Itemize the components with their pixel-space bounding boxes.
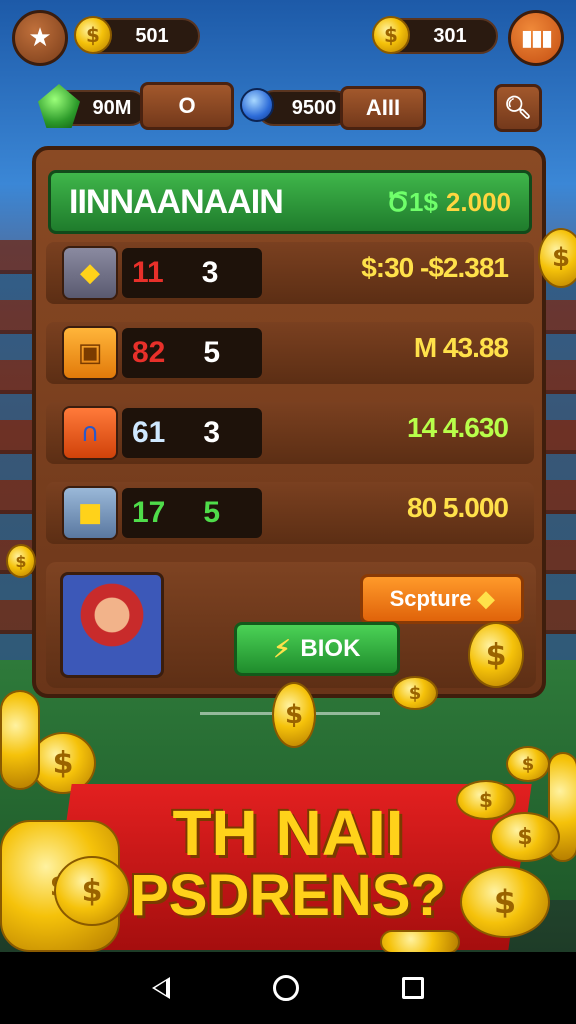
treasure-icon: ▣ <box>62 326 118 380</box>
cube-icon: ■ <box>62 486 118 540</box>
pause-icon: ▮▮▮ <box>520 25 553 51</box>
row-level: 5 <box>203 336 221 369</box>
panel-amount: Ծ1$ 2.000 <box>386 186 511 217</box>
lightning-icon: ⚡︎ <box>273 635 291 663</box>
coin-icon: $ <box>456 780 516 820</box>
list-item[interactable]: ∩ 61 3 14 4.630 <box>46 402 534 464</box>
row-count: 82 <box>132 336 166 369</box>
row-stats: 11 3 <box>122 248 262 298</box>
coin-icon: $ <box>74 16 112 54</box>
leaderboard-panel: IINNAANAAIN Ծ1$ 2.000 ◆ 11 3 $:30 -$2.381… <box>32 146 546 698</box>
row-count: 61 <box>132 416 166 449</box>
coin-icon: $ <box>54 856 130 926</box>
coin-icon: $ <box>272 682 316 748</box>
player-area: Scpture ◆ ⚡︎ BIOK <box>46 562 536 688</box>
row-value: M 43.88 <box>413 332 509 363</box>
search-icon: 🔍︎ <box>504 95 532 120</box>
coin-icon: $ <box>372 16 410 54</box>
row-value: $:30 -$2.381 <box>361 252 509 283</box>
list-item[interactable]: ▣ 82 5 M 43.88 <box>46 322 534 384</box>
system-nav-bar <box>0 952 576 1024</box>
capture-button[interactable]: Scpture ◆ <box>360 574 524 624</box>
star-button[interactable]: ★ <box>12 10 68 66</box>
coin-icon: $ <box>538 228 576 288</box>
diamond-icon: ◆ <box>477 586 495 611</box>
coin-stack-icon <box>0 690 40 790</box>
row-count: 17 <box>132 496 166 529</box>
coin-icon: $ <box>392 676 438 710</box>
book-button[interactable]: ⚡︎ BIOK <box>234 622 400 676</box>
list-item[interactable]: ◆ 11 3 $:30 -$2.381 <box>46 242 534 304</box>
list-item[interactable]: ■ 17 5 80 5.000 <box>46 482 534 544</box>
pause-button[interactable]: ▮▮▮ <box>508 10 564 66</box>
panel-header: IINNAANAAIN Ծ1$ 2.000 <box>48 170 532 234</box>
row-stats: 61 3 <box>122 408 262 458</box>
coin-icon: $ <box>460 866 550 938</box>
home-icon[interactable] <box>272 975 299 1001</box>
coin-icon: $ <box>468 622 524 688</box>
coin-icon: $ <box>506 746 550 782</box>
row-level: 3 <box>203 416 221 449</box>
row-level: 3 <box>201 256 219 289</box>
search-button[interactable]: 🔍︎ <box>494 84 542 132</box>
reward-rows: ◆ 11 3 $:30 -$2.381 ▣ 82 5 M 43.88 ∩ 61 … <box>46 242 534 562</box>
row-value: 14 4.630 <box>407 412 509 443</box>
shield-button[interactable]: AIII <box>340 86 426 130</box>
row-stats: 82 5 <box>122 328 262 378</box>
shield-icon <box>240 88 274 122</box>
avatar[interactable] <box>60 572 164 678</box>
row-count: 11 <box>132 256 164 289</box>
back-icon[interactable] <box>151 977 170 999</box>
star-icon: ★ <box>28 23 52 53</box>
row-level: 5 <box>203 496 221 529</box>
magnet-icon: ∩ <box>62 406 118 460</box>
gold-block-icon: ◆ <box>62 246 118 300</box>
row-stats: 17 5 <box>122 488 262 538</box>
panel-title: IINNAANAAIN <box>69 182 284 221</box>
recent-apps-icon[interactable] <box>402 977 425 999</box>
row-value: 80 5.000 <box>407 492 509 523</box>
coin-icon <box>380 930 460 954</box>
gems-button[interactable]: O <box>140 82 234 130</box>
coin-icon: $ <box>490 812 560 862</box>
coin-icon: $ <box>6 544 36 578</box>
